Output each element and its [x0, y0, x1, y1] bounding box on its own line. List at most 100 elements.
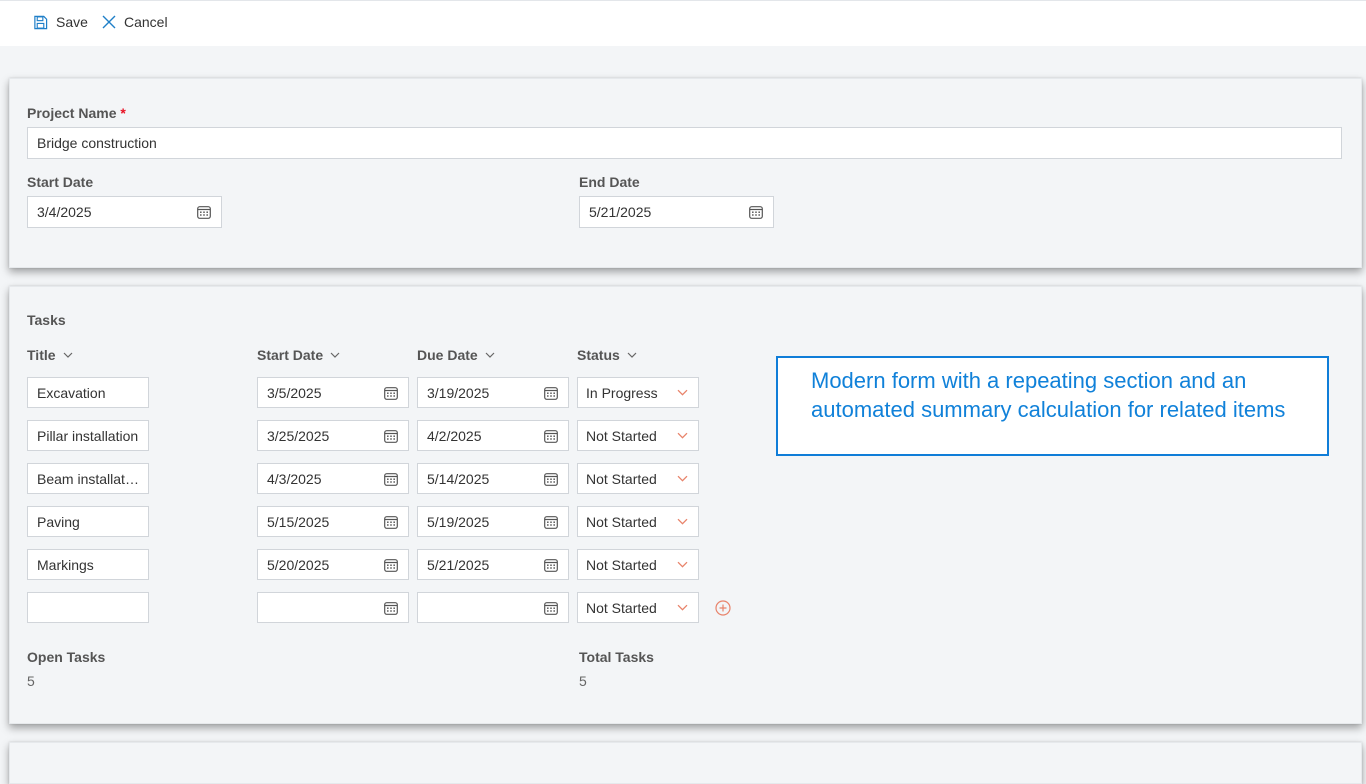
tasks-section: Tasks Title Start Date Due Date Status E… — [9, 286, 1362, 724]
task-start-date-picker[interactable]: 3/5/2025 — [257, 377, 409, 408]
column-header-start-date[interactable]: Start Date — [257, 347, 340, 363]
required-mark: * — [120, 105, 126, 121]
tasks-section-title: Tasks — [27, 312, 66, 328]
annotation-callout: Modern form with a repeating section and… — [776, 356, 1329, 456]
calendar-icon[interactable] — [384, 386, 398, 400]
task-title-value: Excavation — [37, 384, 106, 401]
task-status-value: Not Started — [586, 513, 657, 530]
cancel-label: Cancel — [124, 14, 168, 30]
start-date-label: Start Date — [27, 174, 94, 190]
end-date-label: End Date — [579, 174, 640, 190]
task-title-value: Paving — [37, 513, 80, 530]
total-tasks-value: 5 — [579, 673, 587, 689]
chevron-down-icon — [677, 604, 688, 611]
chevron-down-icon — [677, 432, 688, 439]
calendar-icon[interactable] — [544, 386, 558, 400]
task-status-dropdown[interactable]: Not Started — [577, 549, 699, 580]
calendar-icon[interactable] — [544, 515, 558, 529]
task-status-value: Not Started — [586, 599, 657, 616]
add-circle-icon[interactable] — [715, 600, 731, 616]
task-due-value: 5/19/2025 — [427, 513, 490, 530]
task-start-date-picker[interactable]: 3/25/2025 — [257, 420, 409, 451]
calendar-icon[interactable] — [384, 472, 398, 486]
task-status-dropdown[interactable]: Not Started — [577, 420, 699, 451]
additional-section — [9, 742, 1362, 784]
task-title-value: Beam installation — [37, 470, 140, 487]
task-start-date-picker[interactable] — [257, 592, 409, 623]
task-title-input[interactable]: Paving — [27, 506, 149, 537]
chevron-down-icon — [485, 352, 495, 358]
task-title-value: Pillar installation — [37, 427, 139, 444]
task-due-date-picker[interactable]: 4/2/2025 — [417, 420, 569, 451]
task-due-date-picker[interactable]: 5/21/2025 — [417, 549, 569, 580]
task-status-dropdown[interactable]: Not Started — [577, 592, 699, 623]
task-start-value: 3/25/2025 — [267, 427, 330, 444]
task-title-input[interactable]: Beam installation — [27, 463, 149, 494]
task-start-value: 3/5/2025 — [267, 384, 322, 401]
task-due-date-picker[interactable]: 3/19/2025 — [417, 377, 569, 408]
chevron-down-icon — [63, 352, 72, 358]
task-due-date-picker[interactable]: 5/14/2025 — [417, 463, 569, 494]
chevron-down-icon — [677, 389, 688, 396]
task-start-date-picker[interactable]: 4/3/2025 — [257, 463, 409, 494]
end-date-value: 5/21/2025 — [589, 204, 652, 220]
column-header-due-label: Due Date — [417, 347, 478, 363]
task-start-date-picker[interactable]: 5/15/2025 — [257, 506, 409, 537]
task-start-value: 4/3/2025 — [267, 470, 322, 487]
chevron-down-icon — [677, 475, 688, 482]
project-name-label-text: Project Name — [27, 105, 117, 121]
column-header-status-label: Status — [577, 347, 620, 363]
task-start-date-picker[interactable]: 5/20/2025 — [257, 549, 409, 580]
calendar-icon[interactable] — [544, 429, 558, 443]
calendar-icon[interactable] — [197, 205, 211, 219]
task-title-input[interactable]: Markings — [27, 549, 149, 580]
task-status-dropdown[interactable]: In Progress — [577, 377, 699, 408]
column-header-title[interactable]: Title — [27, 347, 73, 363]
task-status-value: Not Started — [586, 427, 657, 444]
chevron-down-icon — [330, 352, 340, 358]
chevron-down-icon — [677, 561, 688, 568]
task-title-input[interactable]: Excavation — [27, 377, 149, 408]
project-name-value: Bridge construction — [37, 135, 157, 151]
task-due-value: 5/21/2025 — [427, 556, 490, 573]
chevron-down-icon — [677, 518, 688, 525]
open-tasks-value: 5 — [27, 673, 35, 689]
open-tasks-label: Open Tasks — [27, 649, 106, 665]
task-due-date-picker[interactable] — [417, 592, 569, 623]
save-icon — [34, 15, 48, 29]
column-header-start-label: Start Date — [257, 347, 324, 363]
calendar-icon[interactable] — [749, 205, 763, 219]
task-status-value: Not Started — [586, 470, 657, 487]
calendar-icon[interactable] — [544, 558, 558, 572]
task-due-value: 5/14/2025 — [427, 470, 490, 487]
calendar-icon[interactable] — [384, 558, 398, 572]
task-start-value: 5/20/2025 — [267, 556, 330, 573]
column-header-status[interactable]: Status — [577, 347, 637, 363]
task-status-dropdown[interactable]: Not Started — [577, 506, 699, 537]
task-due-value: 4/2/2025 — [427, 427, 482, 444]
start-date-value: 3/4/2025 — [37, 204, 92, 220]
task-title-input[interactable]: Pillar installation — [27, 420, 149, 451]
project-section: Project Name * Bridge construction Start… — [9, 78, 1362, 268]
end-date-picker[interactable]: 5/21/2025 — [579, 196, 774, 228]
task-title-input[interactable] — [27, 592, 149, 623]
task-status-dropdown[interactable]: Not Started — [577, 463, 699, 494]
start-date-picker[interactable]: 3/4/2025 — [27, 196, 222, 228]
calendar-icon[interactable] — [384, 429, 398, 443]
column-header-due-date[interactable]: Due Date — [417, 347, 495, 363]
calendar-icon[interactable] — [544, 601, 558, 615]
calendar-icon[interactable] — [384, 515, 398, 529]
save-button[interactable]: Save — [33, 14, 88, 30]
task-due-date-picker[interactable]: 5/19/2025 — [417, 506, 569, 537]
command-bar: Save Cancel — [0, 0, 1366, 46]
task-title-value: Markings — [37, 556, 94, 573]
project-name-input[interactable]: Bridge construction — [27, 127, 1342, 159]
chevron-down-icon — [627, 352, 637, 358]
calendar-icon[interactable] — [384, 601, 398, 615]
calendar-icon[interactable] — [544, 472, 558, 486]
save-label: Save — [56, 14, 88, 30]
task-due-value: 3/19/2025 — [427, 384, 490, 401]
column-header-title-label: Title — [27, 347, 56, 363]
cancel-button[interactable]: Cancel — [102, 14, 168, 30]
task-status-value: Not Started — [586, 556, 657, 573]
